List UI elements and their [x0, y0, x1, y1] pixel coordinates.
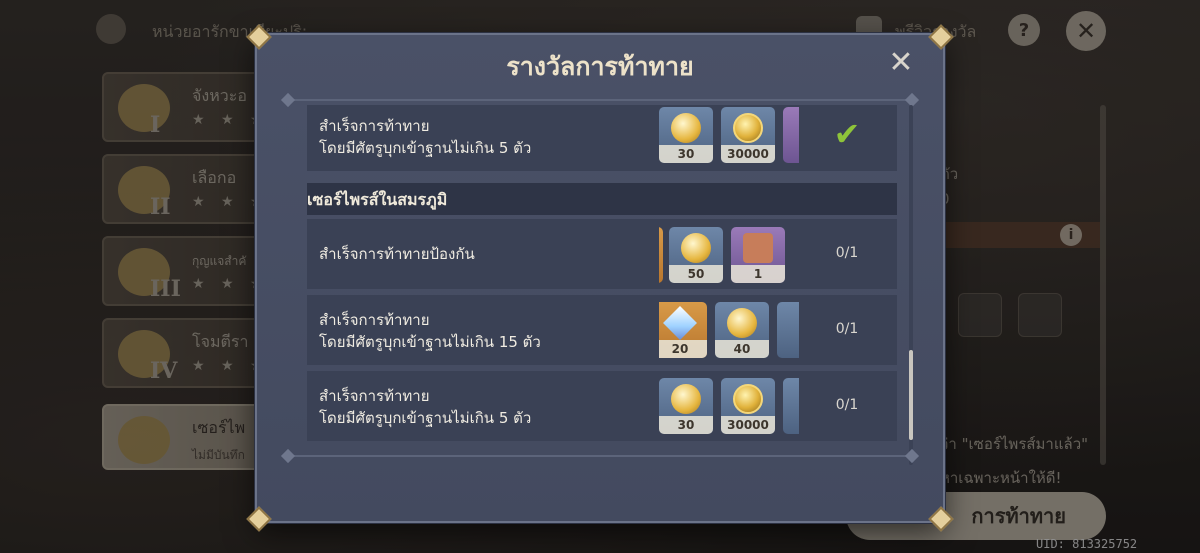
star-icon[interactable]: 20	[659, 302, 707, 358]
reward-items: 50 1	[659, 227, 799, 283]
reward-item-partial[interactable]	[783, 378, 799, 434]
primogem-icon	[671, 113, 701, 143]
primogem-icon	[671, 384, 701, 414]
list-item: สำเร็จการท้าทาย โดยมีศัตรูบุกเข้าฐานไม่เ…	[307, 105, 897, 171]
reward-qty: 30	[659, 145, 713, 163]
reward-qty: 30000	[721, 145, 775, 163]
reward-list[interactable]: สำเร็จการท้าทาย โดยมีศัตรูบุกเข้าฐานไม่เ…	[307, 105, 897, 465]
reward-qty: 30000	[721, 416, 775, 434]
objective-line: โดยมีศัตรูบุกเข้าฐานไม่เกิน 15 ตัว	[319, 333, 541, 351]
objective-line: โดยมีศัตรูบุกเข้าฐานไม่เกิน 5 ตัว	[319, 139, 532, 157]
objective-line: สำเร็จการท้าทาย	[319, 311, 430, 329]
primogem-icon[interactable]: 50	[669, 227, 723, 283]
list-item: สำเร็จการท้าทาย โดยมีศัตรูบุกเข้าฐานไม่เ…	[307, 371, 897, 441]
reward-qty: 30	[659, 416, 713, 434]
objective-text: สำเร็จการท้าทาย โดยมีศัตรูบุกเข้าฐานไม่เ…	[319, 309, 541, 353]
section-title: เซอร์ไพรส์ในสมรภูมิ	[307, 190, 448, 209]
primogem-icon	[681, 233, 711, 263]
reward-items: 30 30000	[659, 378, 799, 434]
objective-line: สำเร็จการท้าทาย	[319, 387, 430, 405]
objective-text: สำเร็จการท้าทาย โดยมีศัตรูบุกเข้าฐานไม่เ…	[319, 385, 531, 429]
completed-check-icon: ✔	[833, 115, 861, 153]
close-icon[interactable]: ✕	[887, 48, 915, 78]
machine-icon	[743, 233, 773, 263]
scrollbar-thumb[interactable]	[909, 350, 913, 440]
divider-knob-icon	[280, 92, 296, 108]
divider-knob-icon	[904, 448, 920, 464]
progress-status: 0/1	[835, 245, 859, 261]
reward-qty: 40	[715, 340, 769, 358]
list-scrollbar[interactable]	[909, 105, 913, 465]
reward-item-partial[interactable]	[783, 107, 799, 163]
divider	[280, 92, 920, 108]
list-item: สำเร็จการท้าทาย โดยมีศัตรูบุกเข้าฐานไม่เ…	[307, 295, 897, 365]
progress-status: 0/1	[835, 321, 859, 337]
reward-item-partial[interactable]	[659, 227, 663, 283]
machine-icon[interactable]: 1	[731, 227, 785, 283]
mora-icon	[733, 113, 763, 143]
reward-qty: 20	[659, 340, 707, 358]
challenge-rewards-dialog: รางวัลการท้าทาย ✕ สำเร็จการท้าทาย โดยมีศ…	[246, 24, 954, 532]
starglitter-icon	[663, 306, 697, 340]
progress-status: 0/1	[835, 397, 859, 413]
mora-icon[interactable]: 30000	[721, 378, 775, 434]
primogem-icon[interactable]: 40	[715, 302, 769, 358]
reward-item-partial[interactable]	[777, 302, 799, 358]
reward-qty: 50	[669, 265, 723, 283]
mora-icon	[733, 384, 763, 414]
divider	[280, 448, 920, 464]
list-item: สำเร็จการท้าทายป้องกัน 50 1 0/1	[307, 219, 897, 289]
divider-knob-icon	[280, 448, 296, 464]
mora-icon[interactable]: 30000	[721, 107, 775, 163]
objective-line: สำเร็จการท้าทาย	[319, 117, 430, 135]
objective-line: สำเร็จการท้าทายป้องกัน	[319, 245, 475, 263]
primogem-icon	[727, 308, 757, 338]
primogem-icon[interactable]: 30	[659, 107, 713, 163]
objective-text: สำเร็จการท้าทาย โดยมีศัตรูบุกเข้าฐานไม่เ…	[319, 115, 531, 159]
objective-line: โดยมีศัตรูบุกเข้าฐานไม่เกิน 5 ตัว	[319, 409, 532, 427]
reward-items: 30 30000	[659, 107, 799, 163]
reward-qty: 1	[731, 265, 785, 283]
primogem-icon[interactable]: 30	[659, 378, 713, 434]
dialog-title: รางวัลการท้าทาย	[506, 52, 694, 81]
objective-text: สำเร็จการท้าทายป้องกัน	[319, 243, 475, 265]
reward-items: 20 40	[659, 302, 799, 358]
section-header: เซอร์ไพรส์ในสมรภูมิ	[307, 183, 897, 215]
